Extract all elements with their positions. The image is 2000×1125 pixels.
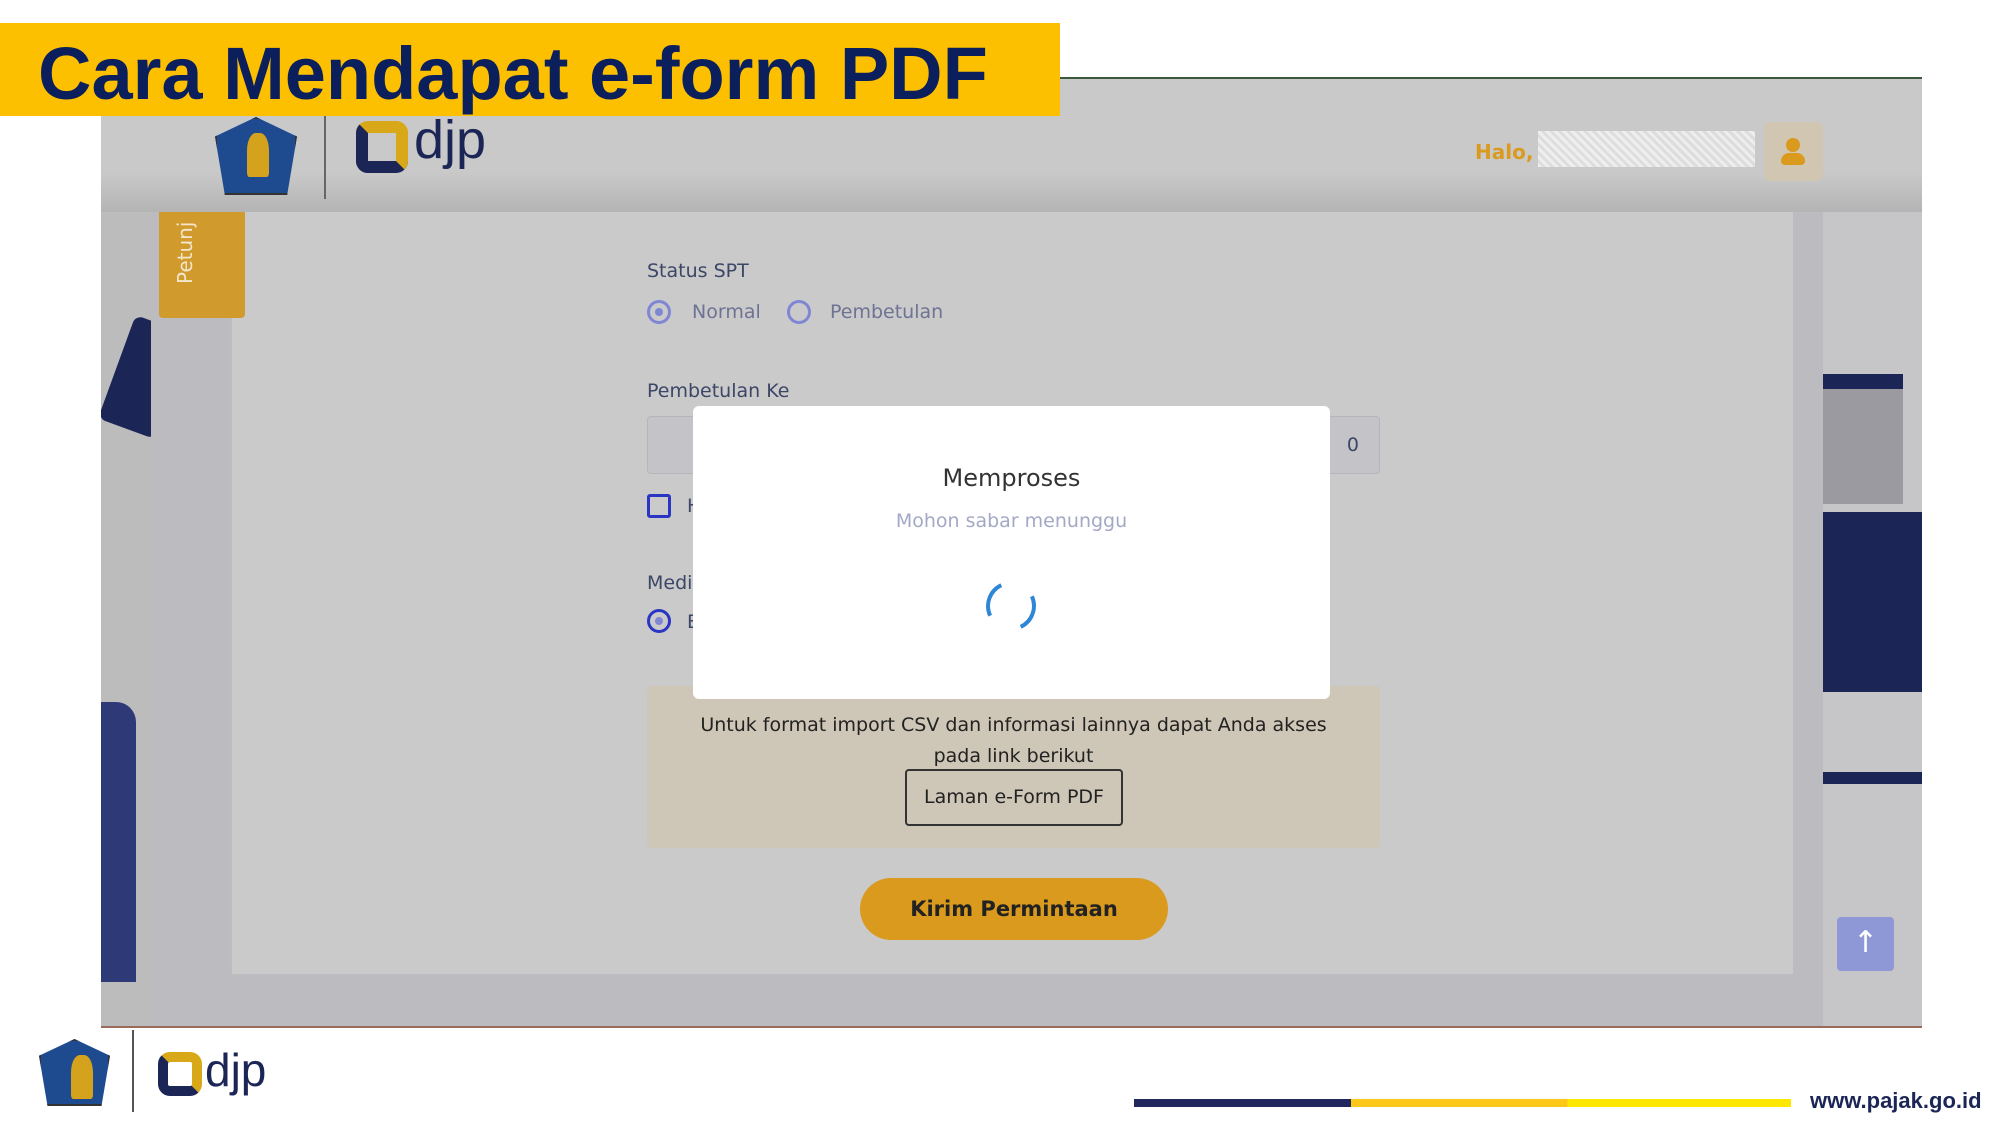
processing-modal: Memproses Mohon sabar menunggu bbox=[693, 406, 1330, 699]
greeting: Halo, bbox=[1475, 140, 1534, 164]
eform-pdf-link-button[interactable]: Laman e-Form PDF bbox=[905, 769, 1123, 826]
radio-normal[interactable] bbox=[647, 300, 671, 324]
radio-pembetulan-label: Pembetulan bbox=[830, 301, 944, 323]
djp-logo-icon bbox=[356, 121, 408, 173]
radio-normal-label: Normal bbox=[692, 301, 761, 323]
info-box: Untuk format import CSV dan informasi la… bbox=[647, 686, 1380, 848]
footer-djp-logo-text: djp bbox=[205, 1044, 267, 1096]
arrow-up-icon: ↑ bbox=[1852, 925, 1879, 960]
slide-title: Cara Mendapat e-form PDF bbox=[38, 32, 988, 115]
footer-url: www.pajak.go.id bbox=[1810, 1088, 1982, 1113]
user-name-redacted bbox=[1538, 131, 1755, 167]
footer-color-bar bbox=[1134, 1099, 1791, 1107]
status-spt-label: Status SPT bbox=[647, 260, 749, 282]
kemenkeu-emblem-icon bbox=[215, 117, 297, 195]
slide-title-banner: Cara Mendapat e-form PDF bbox=[0, 23, 1060, 116]
footer-divider bbox=[132, 1030, 134, 1112]
user-avatar-button[interactable] bbox=[1764, 122, 1823, 181]
scroll-to-top-button[interactable]: ↑ bbox=[1837, 917, 1894, 971]
info-text-line1: Untuk format import CSV dan informasi la… bbox=[700, 714, 1327, 736]
loading-spinner-icon bbox=[978, 573, 1044, 639]
checkbox[interactable] bbox=[647, 494, 671, 518]
modal-subtitle: Mohon sabar menunggu bbox=[895, 510, 1128, 532]
petunjuk-tab[interactable]: Petunj bbox=[159, 212, 245, 318]
user-icon bbox=[1786, 138, 1800, 152]
info-text-line2: pada link berikut bbox=[933, 745, 1094, 767]
footer-kemenkeu-emblem-icon bbox=[39, 1039, 110, 1106]
radio-pembetulan[interactable] bbox=[787, 300, 811, 324]
right-illustration bbox=[1823, 212, 1922, 1026]
footer-djp-logo-icon bbox=[158, 1052, 202, 1096]
pembetulan-ke-label: Pembetulan Ke bbox=[647, 380, 790, 402]
media-label: Medi bbox=[647, 572, 693, 594]
kirim-permintaan-button[interactable]: Kirim Permintaan bbox=[860, 878, 1168, 940]
modal-title: Memproses bbox=[942, 464, 1081, 492]
radio-media[interactable] bbox=[647, 609, 671, 633]
djp-logo-text: djp bbox=[414, 110, 487, 170]
